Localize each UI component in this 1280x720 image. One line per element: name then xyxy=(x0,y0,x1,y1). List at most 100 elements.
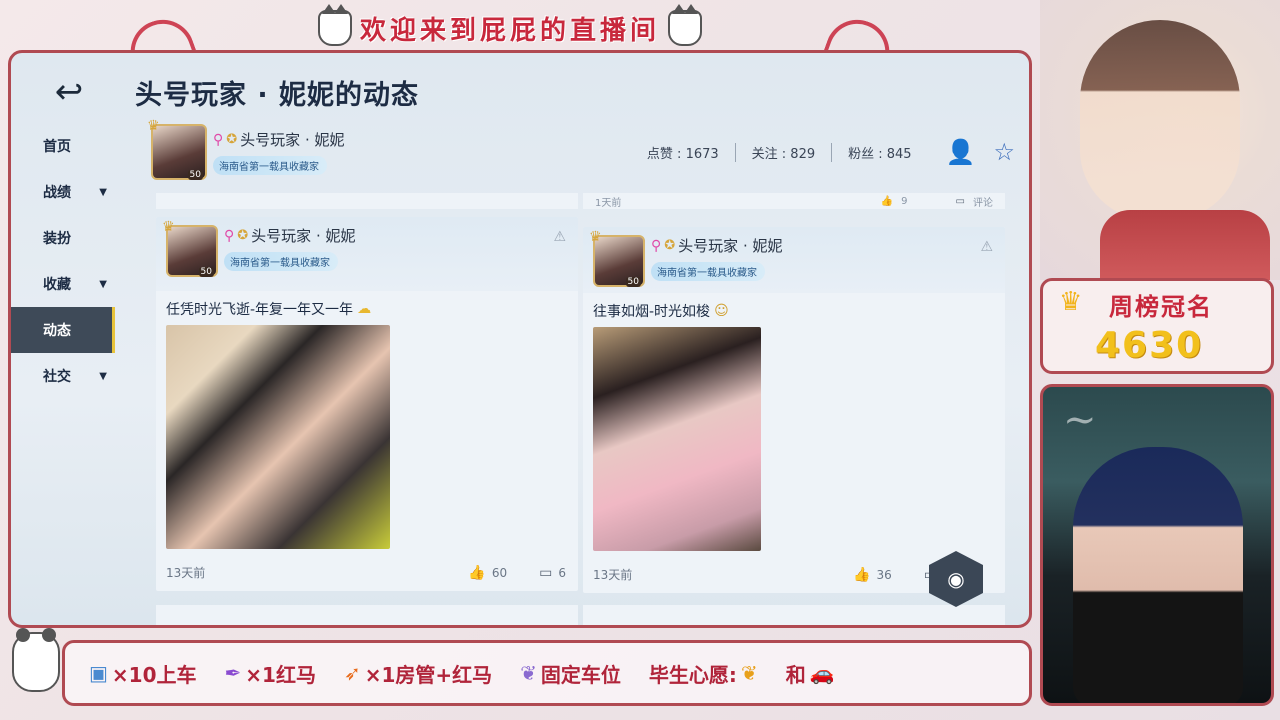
page-title: 头号玩家 · 妮妮的动态 xyxy=(135,80,420,111)
level-badge: 50 xyxy=(625,277,641,287)
post-author: ⚲ ✪ 头号玩家 · 妮妮 xyxy=(224,225,355,246)
post-text: 任凭时光飞逝-年复一年又一年 ☁ xyxy=(156,291,578,325)
previous-post-comment: 评论 xyxy=(973,197,993,209)
weekly-title: 周榜冠名 xyxy=(1109,293,1213,321)
medal-icon: ✪ xyxy=(237,228,249,243)
like-button[interactable]: 👍 60 xyxy=(468,565,507,581)
next-post-strip xyxy=(583,605,1005,625)
post-footer: 13天前 👍 60 ▭ 6 xyxy=(166,564,566,581)
weekly-value: 4630 xyxy=(1095,325,1204,366)
post-photo[interactable] xyxy=(593,327,761,551)
banner-title: 欢迎来到屁屁的直播间 xyxy=(359,15,660,46)
post-text: 往事如烟-时光如梭 ☺ xyxy=(583,293,1005,327)
post-time: 13天前 xyxy=(593,568,633,582)
post-time: 13天前 xyxy=(166,566,206,580)
sidebar-item-social[interactable]: 社交 ▼ xyxy=(11,353,115,399)
feed-post[interactable]: ♛ 50 ⚲ ✪ 头号玩家 · 妮妮 海南省第一载具收藏家 ⚠ 任凭时光飞逝-年… xyxy=(156,217,578,591)
add-friend-icon[interactable]: 👤 xyxy=(946,138,976,166)
perk-item: ➶ ×1房管+红马 xyxy=(344,659,492,688)
previous-post-strip: 1天前 👍 9 ▭ 评论 xyxy=(583,193,1005,209)
post-header: ♛ 50 ⚲ ✪ 头号玩家 · 妮妮 海南省第一载具收藏家 ⚠ xyxy=(156,217,578,291)
follows-count[interactable]: 关注 : 829 xyxy=(736,142,833,162)
anime-character-art xyxy=(1040,0,1280,280)
sidebar-item-outfit[interactable]: 装扮 xyxy=(11,215,115,261)
crown-icon: ♛ xyxy=(1059,287,1083,317)
sidebar-item-label: 收藏 xyxy=(43,277,71,293)
previous-post-time: 1天前 xyxy=(595,197,622,209)
comment-button[interactable]: ▭ 6 xyxy=(539,565,566,581)
panda-icon xyxy=(12,628,60,692)
perks-bar: ▣ ×10上车 ✒ ×1红马 ➶ ×1房管+红马 ❦ 固定车位 毕生心愿: ❦ … xyxy=(62,640,1032,706)
level-badge: 50 xyxy=(198,267,214,277)
like-button[interactable]: 👍 36 xyxy=(853,567,892,583)
wings-icon: ❦ xyxy=(520,661,537,685)
perk-item: ▣ ×10上车 xyxy=(89,659,197,688)
report-warning-icon[interactable]: ⚠ xyxy=(980,239,993,255)
wall-sign: ~ xyxy=(1063,397,1097,443)
cat-icon xyxy=(317,4,352,46)
emoji-icon: ☁ xyxy=(357,301,372,317)
report-warning-icon[interactable]: ⚠ xyxy=(553,229,566,245)
badge-icon: ▣ xyxy=(89,661,108,685)
next-post-strip xyxy=(156,605,578,625)
like-count: 36 xyxy=(876,567,892,582)
comment-count: 6 xyxy=(558,565,566,580)
perk-item: ✒ ×1红马 xyxy=(225,659,316,688)
avatar[interactable]: ♛ 50 xyxy=(162,219,218,277)
perk-item: 和 🚗 xyxy=(786,659,835,688)
cat-icon xyxy=(668,4,702,46)
crown-icon: ♛ xyxy=(162,219,175,235)
thumbs-up-icon: 👍 xyxy=(880,195,894,207)
crown-icon: ♛ xyxy=(147,118,160,134)
car-icon: 🚗 xyxy=(809,661,835,685)
webcam-feed: ~ xyxy=(1040,384,1274,706)
fans-count[interactable]: 粉丝 : 845 xyxy=(832,143,927,162)
medal-icon: ✪ xyxy=(664,238,676,253)
profile-stats: 点赞 : 1673 关注 : 829 粉丝 : 845 xyxy=(631,142,928,162)
post-photo[interactable] xyxy=(166,325,390,549)
sidebar-item-home[interactable]: 首页 xyxy=(11,123,115,169)
comment-icon: ▭ xyxy=(539,564,553,581)
perk-text: 固定车位 xyxy=(540,662,621,687)
sidebar-item-label: 战绩 xyxy=(43,185,71,201)
crown-icon: ♛ xyxy=(589,229,602,245)
medal-icon: ✪ xyxy=(226,132,238,147)
post-author-name: 头号玩家 · 妮妮 xyxy=(678,237,783,255)
anime-girl-illustration xyxy=(1080,20,1240,220)
welcome-banner: 欢迎来到屁屁的直播间 xyxy=(250,4,770,48)
sidebar-item-label: 动态 xyxy=(43,323,71,339)
avatar[interactable]: ♛ 50 xyxy=(147,118,207,180)
sidebar-item-label: 装扮 xyxy=(43,231,71,247)
perk-text: 和 xyxy=(785,662,806,687)
rocket-icon: ➶ xyxy=(343,661,361,685)
caret-down-icon: ▼ xyxy=(99,370,107,382)
previous-post-likes: 9 xyxy=(901,195,908,207)
perk-item: ❦ 固定车位 xyxy=(520,659,621,688)
caret-down-icon: ▼ xyxy=(99,186,107,198)
title-tag: 海南省第一载具收藏家 xyxy=(651,262,765,281)
title-tag: 海南省第一载具收藏家 xyxy=(224,252,338,271)
feed-post[interactable]: ♛ 50 ⚲ ✪ 头号玩家 · 妮妮 海南省第一载具收藏家 ⚠ 往事如烟-时光如… xyxy=(583,227,1005,593)
wings-icon: ❦ xyxy=(740,661,758,685)
level-badge: 50 xyxy=(187,170,203,180)
game-window: ↩ 头号玩家 · 妮妮的动态 首页 战绩 ▼ 装扮 收藏 ▼ 动态 社交 ▼ ♛… xyxy=(8,50,1032,628)
post-text-content: 任凭时光飞逝-年复一年又一年 xyxy=(166,302,354,318)
perk-text: ×1红马 xyxy=(245,662,316,687)
sidebar-item-collection[interactable]: 收藏 ▼ xyxy=(11,261,115,307)
back-arrow-icon[interactable]: ↩ xyxy=(47,75,91,109)
weekly-rank-box: ♛ 周榜冠名 4630 xyxy=(1040,278,1274,374)
profile-name-text: 头号玩家 · 妮妮 xyxy=(240,131,345,149)
location-pin-icon: ⚲ xyxy=(224,227,235,244)
emoji-icon: ☺ xyxy=(714,303,729,319)
sidebar-item-record[interactable]: 战绩 ▼ xyxy=(11,169,115,215)
star-icon[interactable]: ☆ xyxy=(993,138,1015,166)
like-count: 60 xyxy=(491,565,508,580)
location-pin-icon: ⚲ xyxy=(651,237,662,254)
profile-name: ⚲ ✪ 头号玩家 · 妮妮 xyxy=(213,129,344,150)
previous-post-strip xyxy=(156,193,578,209)
location-pin-icon: ⚲ xyxy=(213,131,224,148)
likes-count: 点赞 : 1673 xyxy=(631,142,736,162)
sidebar-item-moments[interactable]: 动态 xyxy=(11,307,115,353)
thumbs-up-icon: 👍 xyxy=(468,564,486,581)
avatar[interactable]: ♛ 50 xyxy=(589,229,645,287)
